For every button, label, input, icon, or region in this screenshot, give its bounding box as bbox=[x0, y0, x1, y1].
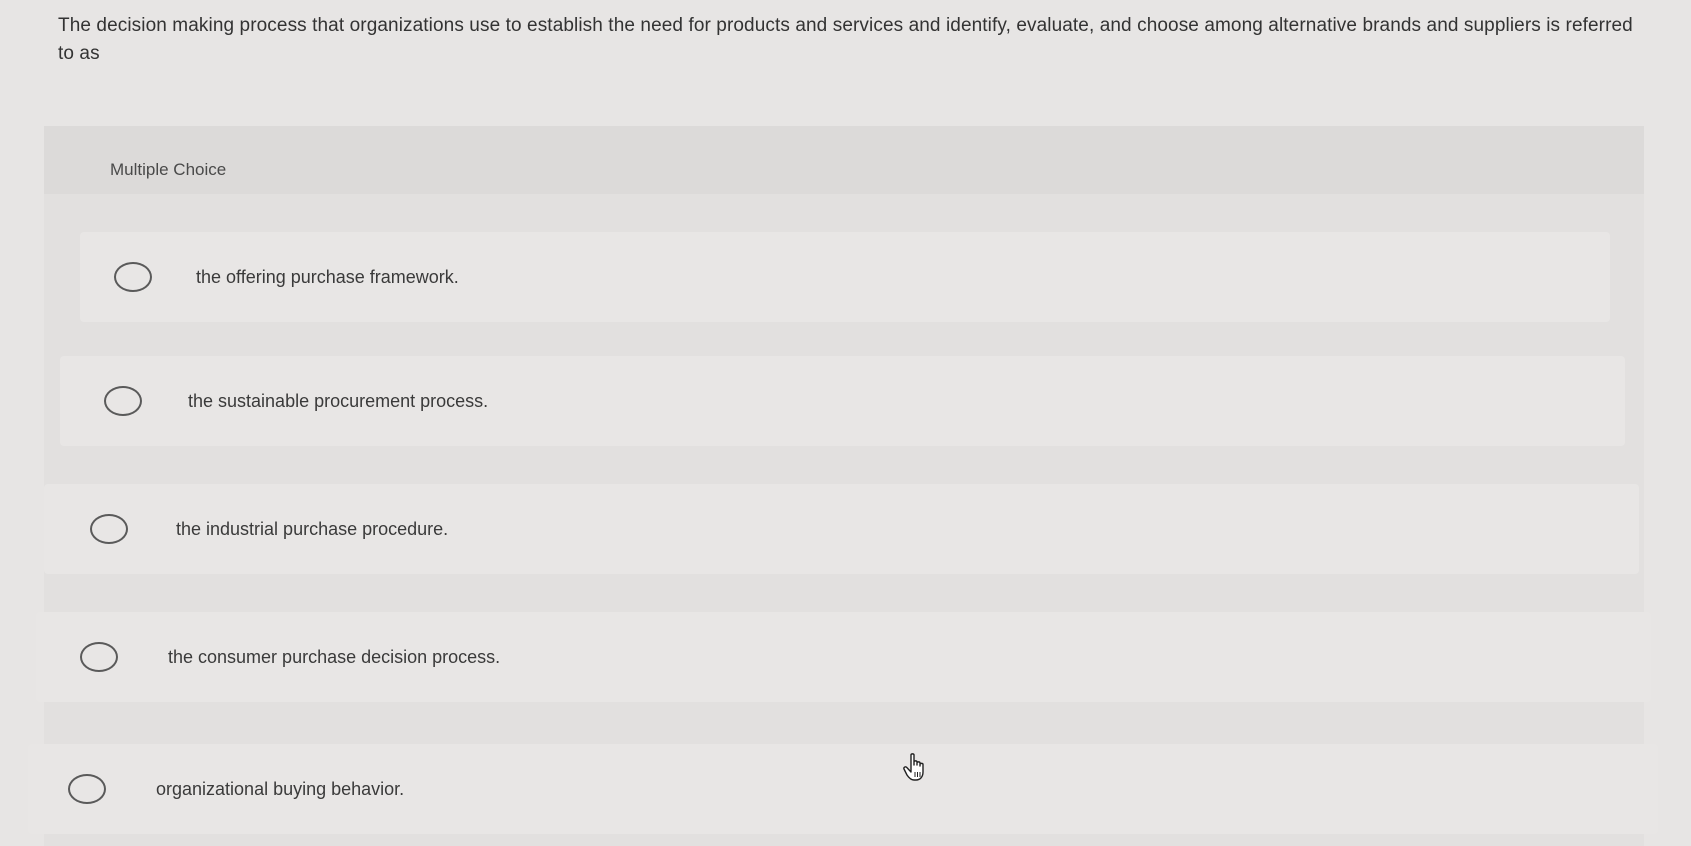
answer-option-5[interactable]: organizational buying behavior. bbox=[28, 744, 1658, 834]
answer-option-label: the sustainable procurement process. bbox=[188, 390, 489, 411]
radio-button-icon[interactable] bbox=[114, 262, 152, 292]
answer-option-label: the industrial purchase procedure. bbox=[176, 518, 449, 539]
hand-pointer-icon bbox=[903, 753, 924, 781]
radio-button-icon[interactable] bbox=[90, 514, 128, 544]
answer-option-2[interactable]: the sustainable procurement process. bbox=[60, 356, 1625, 446]
answer-option-label: organizational buying behavior. bbox=[156, 778, 405, 799]
answer-option-3[interactable]: the industrial purchase procedure. bbox=[44, 484, 1639, 574]
question-text: The decision making process that organiz… bbox=[58, 15, 1633, 64]
radio-button-icon[interactable] bbox=[68, 774, 106, 804]
radio-button-icon[interactable] bbox=[104, 386, 142, 416]
multiple-choice-label: Multiple Choice bbox=[110, 160, 227, 179]
answer-option-4[interactable]: the consumer purchase decision process. bbox=[36, 612, 1651, 702]
answer-option-1[interactable]: the offering purchase framework. bbox=[80, 232, 1610, 322]
radio-button-icon[interactable] bbox=[80, 642, 118, 672]
answer-option-label: the offering purchase framework. bbox=[196, 266, 459, 287]
multiple-choice-header bbox=[44, 126, 1644, 194]
answer-option-label: the consumer purchase decision process. bbox=[168, 646, 501, 667]
